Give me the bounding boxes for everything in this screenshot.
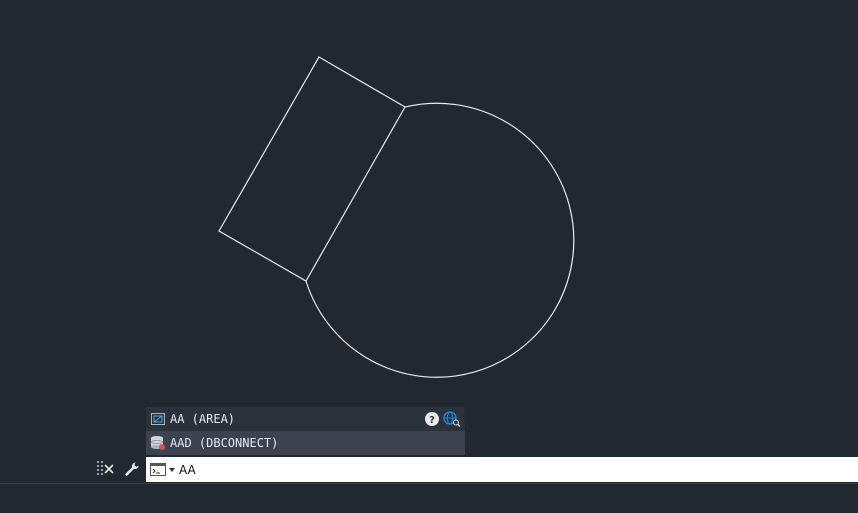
close-icon[interactable] bbox=[100, 460, 118, 478]
command-input[interactable] bbox=[179, 462, 779, 477]
command-prompt-icon[interactable] bbox=[150, 461, 178, 479]
status-bar bbox=[0, 483, 858, 513]
suggestion-label: AAD (DBCONNECT) bbox=[170, 436, 279, 450]
suggestion-label: AA (AREA) bbox=[170, 412, 236, 426]
online-search-icon[interactable] bbox=[443, 410, 461, 428]
autocomplete-list: AA (AREA) ? AAD (DBCONNECT) bbox=[146, 407, 465, 455]
dbconnect-icon bbox=[150, 435, 166, 451]
command-line-toolbar bbox=[89, 457, 146, 482]
chevron-down-icon bbox=[169, 467, 175, 472]
suggestion-area[interactable]: AA (AREA) ? bbox=[146, 407, 465, 431]
svg-text:?: ? bbox=[429, 415, 435, 426]
suggestion-dbconnect[interactable]: AAD (DBCONNECT) bbox=[146, 431, 465, 455]
help-icon[interactable]: ? bbox=[423, 410, 441, 428]
area-command-icon bbox=[150, 411, 166, 427]
rotated-rectangle[interactable] bbox=[218, 56, 406, 282]
customize-wrench-icon[interactable] bbox=[123, 460, 141, 478]
circle-arc[interactable] bbox=[305, 102, 575, 378]
command-line bbox=[146, 457, 858, 482]
